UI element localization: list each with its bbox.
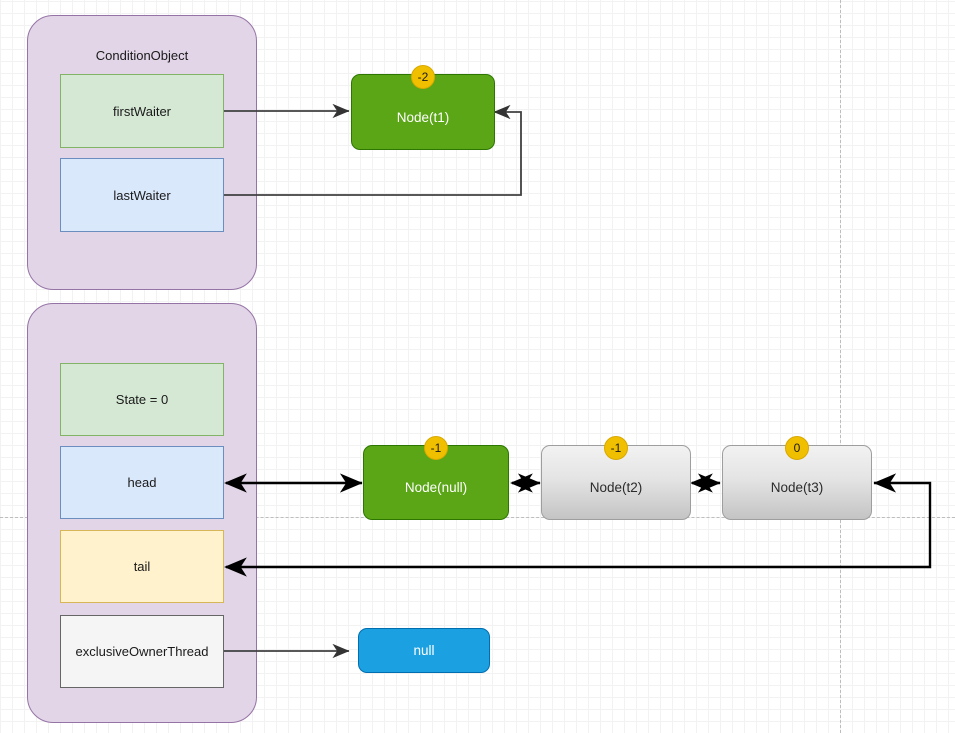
node-null-value-label: null bbox=[413, 643, 435, 658]
node-t3[interactable]: 0 Node(t3) bbox=[722, 436, 872, 520]
node-null-waitstatus-badge: -1 bbox=[424, 436, 448, 460]
node-t3-waitstatus-badge: 0 bbox=[785, 436, 809, 460]
node-null-value-box[interactable]: null bbox=[358, 628, 490, 673]
node-null[interactable]: -1 Node(null) bbox=[363, 436, 509, 520]
node-t2[interactable]: -1 Node(t2) bbox=[541, 436, 691, 520]
diagram-canvas: ConditionObject firstWaiter lastWaiter N… bbox=[0, 0, 955, 733]
node-t1-waitstatus-badge: -2 bbox=[411, 65, 435, 89]
node-t2-waitstatus-badge: -1 bbox=[604, 436, 628, 460]
node-null-label: Node(null) bbox=[404, 480, 468, 495]
node-t1[interactable]: -2 Node(t1) bbox=[351, 65, 495, 150]
node-t1-label: Node(t1) bbox=[396, 109, 450, 125]
node-t3-label: Node(t3) bbox=[770, 480, 824, 495]
node-t2-label: Node(t2) bbox=[589, 480, 643, 495]
